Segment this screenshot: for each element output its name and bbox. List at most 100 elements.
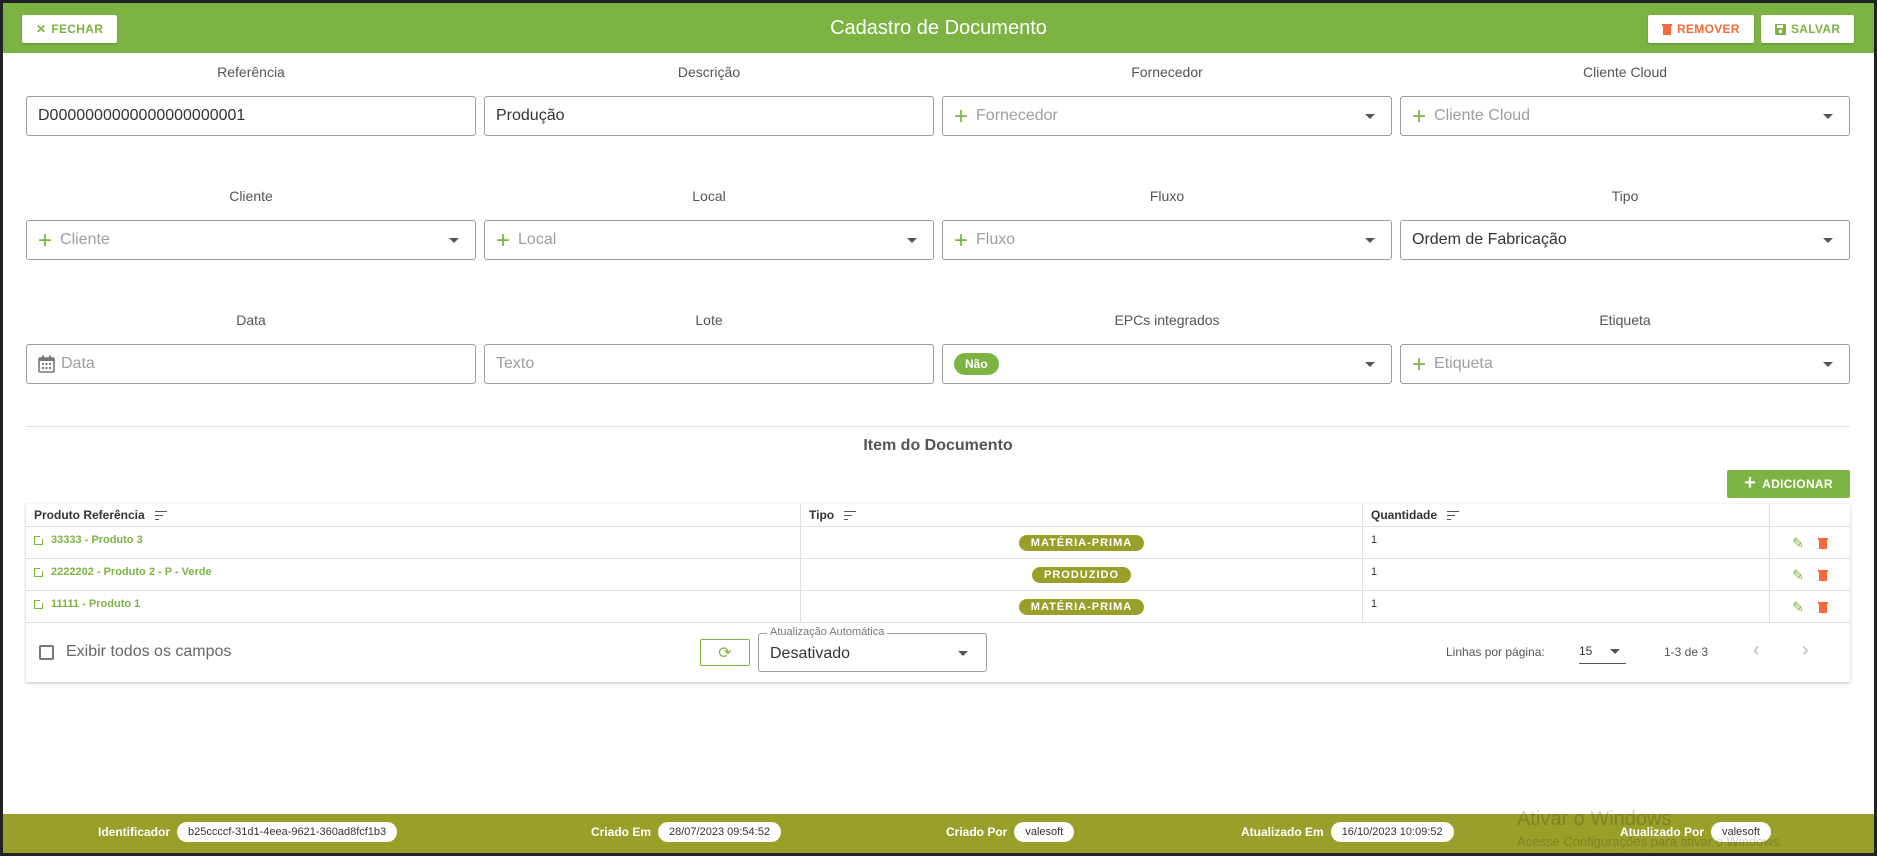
cliente-select[interactable]: + Cliente (26, 220, 476, 260)
produto-label[interactable]: 33333 - Produto 3 (51, 534, 143, 546)
produto-link[interactable]: 11111 - Produto 1 (26, 591, 801, 622)
descricao-field[interactable]: Produção (484, 96, 934, 136)
tipo-cell: PRODUZIDO (801, 559, 1363, 590)
remove-button[interactable]: REMOVER (1648, 15, 1754, 43)
table-footer: Exibir todos os campos ⟳ Atualização Aut… (26, 623, 1850, 682)
plus-icon[interactable]: + (1412, 353, 1426, 377)
cliente-cloud-label: Cliente Cloud (1582, 64, 1668, 80)
cliente-cloud-placeholder: Cliente Cloud (1434, 107, 1531, 124)
external-link-icon[interactable] (34, 566, 45, 577)
etiqueta-label: Etiqueta (1599, 312, 1651, 328)
save-button[interactable]: SALVAR (1761, 15, 1855, 43)
tipo-label: Tipo (1611, 188, 1639, 204)
rows-per-page-value: 15 (1579, 644, 1593, 658)
tipo-badge: MATÉRIA-PRIMA (1018, 598, 1145, 615)
column-header-produto[interactable]: Produto Referência (26, 504, 801, 526)
local-select[interactable]: + Local (484, 220, 934, 260)
chevron-down-icon[interactable] (1365, 362, 1375, 367)
sort-icon[interactable] (844, 510, 857, 520)
sort-icon[interactable] (154, 510, 167, 520)
chevron-down-icon[interactable] (1610, 649, 1620, 654)
windows-activation-subtext: Acesse Configurações para ativar o Windo… (1517, 834, 1783, 849)
chevron-left-icon[interactable]: ‹ (1753, 640, 1760, 660)
save-button-label: SALVAR (1791, 22, 1841, 36)
criado-por-value: valesoft (1014, 822, 1075, 842)
show-all-checkbox[interactable] (39, 645, 54, 660)
plus-icon[interactable]: + (954, 105, 968, 129)
trash-icon[interactable] (1817, 537, 1828, 549)
produto-link[interactable]: 33333 - Produto 3 (26, 527, 801, 558)
add-item-button[interactable]: + ADICIONAR (1727, 470, 1850, 498)
fluxo-select[interactable]: + Fluxo (942, 220, 1392, 260)
table-row: 33333 - Produto 3 MATÉRIA-PRIMA 1 ✎ (26, 527, 1850, 559)
rows-per-page-label: Linhas por página: (1446, 645, 1545, 659)
produto-link[interactable]: 2222202 - Produto 2 - P - Verde (26, 559, 801, 590)
chevron-down-icon[interactable] (1823, 238, 1833, 243)
chevron-down-icon[interactable] (449, 238, 459, 243)
refresh-icon: ⟳ (718, 644, 732, 662)
tipo-select[interactable]: Ordem de Fabricação (1400, 220, 1850, 260)
items-section-title: Item do Documento (863, 437, 1013, 454)
plus-icon[interactable]: + (496, 229, 510, 253)
fluxo-label: Fluxo (1149, 188, 1185, 204)
data-label: Data (236, 312, 266, 328)
edit-icon[interactable]: ✎ (1792, 536, 1804, 550)
tipo-cell: MATÉRIA-PRIMA (801, 591, 1363, 622)
chevron-down-icon[interactable] (1365, 114, 1375, 119)
page-title: Cadastro de Documento (830, 17, 1047, 39)
chevron-down-icon[interactable] (958, 651, 968, 656)
plus-icon[interactable]: + (954, 229, 968, 253)
referencia-label: Referência (217, 64, 285, 80)
produto-label[interactable]: 2222202 - Produto 2 - P - Verde (51, 566, 212, 578)
criado-em-value: 28/07/2023 09:54:52 (658, 822, 781, 842)
refresh-button[interactable]: ⟳ (700, 639, 750, 666)
cliente-cloud-select[interactable]: + Cliente Cloud (1400, 96, 1850, 136)
column-header-tipo[interactable]: Tipo (801, 504, 1363, 526)
table-row: 11111 - Produto 1 MATÉRIA-PRIMA 1 ✎ (26, 591, 1850, 623)
epcs-select[interactable]: Não (942, 344, 1392, 384)
identificador-item: Identificador b25ccccf-31d1-4eea-9621-36… (98, 822, 398, 842)
chevron-down-icon[interactable] (1823, 114, 1833, 119)
atualizado-em-value: 16/10/2023 10:09:52 (1330, 822, 1454, 842)
plus-icon[interactable]: + (38, 229, 52, 253)
chevron-right-icon[interactable]: › (1802, 640, 1809, 660)
chevron-down-icon[interactable] (1365, 238, 1375, 243)
referencia-value: D0000000000000000000001 (38, 107, 246, 124)
identificador-value: b25ccccf-31d1-4eea-9621-360ad8fcf1b3 (177, 822, 398, 842)
plus-icon[interactable]: + (1412, 105, 1426, 129)
add-item-label: ADICIONAR (1762, 477, 1833, 491)
table-header: Produto Referência Tipo Quantidade (26, 504, 1850, 527)
trash-icon[interactable] (1817, 601, 1828, 613)
lote-label: Lote (695, 312, 723, 328)
floppy-icon (1775, 23, 1786, 35)
auto-update-select[interactable]: Atualização Automática Desativado (758, 626, 987, 672)
auto-update-legend: Atualização Automática (767, 626, 888, 638)
section-divider (26, 426, 1850, 427)
calendar-icon[interactable] (38, 355, 55, 373)
edit-icon[interactable]: ✎ (1792, 600, 1804, 614)
show-all-label[interactable]: Exibir todos os campos (66, 643, 231, 661)
cliente-label: Cliente (229, 188, 273, 204)
external-link-icon[interactable] (34, 534, 45, 545)
windows-activation-watermark: Ativar o Windows (1517, 808, 1672, 830)
fornecedor-label: Fornecedor (1131, 64, 1203, 80)
pagination-range: 1-3 de 3 (1664, 645, 1709, 659)
referencia-field[interactable]: D0000000000000000000001 (26, 96, 476, 136)
trash-icon[interactable] (1817, 569, 1828, 581)
chevron-down-icon[interactable] (1823, 362, 1833, 367)
lote-field[interactable]: Texto (484, 344, 934, 384)
produto-label[interactable]: 11111 - Produto 1 (51, 598, 140, 610)
column-header-quantidade[interactable]: Quantidade (1363, 504, 1770, 526)
data-field[interactable]: Data (26, 344, 476, 384)
fornecedor-select[interactable]: + Fornecedor (942, 96, 1392, 136)
edit-icon[interactable]: ✎ (1792, 568, 1804, 582)
external-link-icon[interactable] (34, 598, 45, 609)
identificador-label: Identificador (98, 825, 171, 839)
rows-per-page-select[interactable]: 15 (1579, 641, 1626, 664)
sort-icon[interactable] (1447, 510, 1460, 520)
column-label: Quantidade (1371, 508, 1438, 522)
quantidade-cell: 1 (1363, 527, 1770, 558)
etiqueta-select[interactable]: + Etiqueta (1400, 344, 1850, 384)
etiqueta-placeholder: Etiqueta (1434, 355, 1493, 372)
chevron-down-icon[interactable] (907, 238, 917, 243)
